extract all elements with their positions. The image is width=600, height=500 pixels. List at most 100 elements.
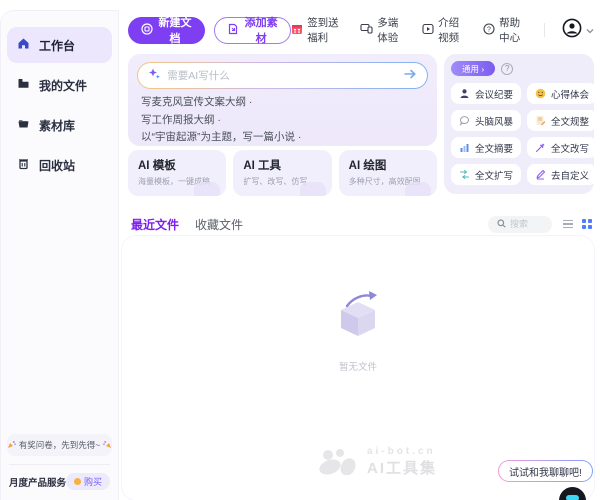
intro-video-label: 介绍视频 <box>438 15 466 45</box>
checkin-label: 签到送福利 <box>307 15 343 45</box>
search-box[interactable] <box>488 216 552 233</box>
quick-actions-header: 通用 › ? <box>451 61 587 76</box>
quick-action-label: 去自定义 <box>551 168 589 182</box>
sidebar-item-label: 工作台 <box>39 37 75 54</box>
header-divider <box>544 23 545 37</box>
chat-bubble-text: 试试和我聊聊吧! <box>509 464 582 479</box>
sidebar-divider <box>9 464 110 465</box>
promo-text: 有奖问卷，先到先得~ <box>19 439 100 451</box>
prompt-suggestion[interactable]: 写麦克风宣传文案大纲 · <box>141 94 427 112</box>
multi-device-link[interactable]: 多端体验 <box>360 15 405 45</box>
prompt-suggestions: 写麦克风宣传文案大纲 · 写工作周报大纲 · 以“宇宙起源”为主题，写一篇小说 … <box>141 94 427 147</box>
summary-icon <box>459 142 470 153</box>
add-material-button[interactable]: 添加素材 <box>214 17 291 44</box>
help-center-label: 帮助中心 <box>499 15 527 45</box>
help-center-link[interactable]: ? 帮助中心 <box>483 15 527 45</box>
quick-action-label: 头脑风暴 <box>475 114 513 128</box>
category-pill[interactable]: 通用 › <box>451 61 495 76</box>
search-icon <box>497 215 506 233</box>
view-toggles <box>563 219 592 229</box>
meeting-icon <box>459 88 470 99</box>
empty-box-icon <box>327 288 389 340</box>
library-icon <box>17 117 30 133</box>
help-center-icon: ? <box>483 23 495 38</box>
ai-input-wrapper <box>137 62 428 89</box>
search-input[interactable] <box>510 219 543 229</box>
plan-row: 月度产品服务 购买 <box>7 473 112 494</box>
new-document-label: 新建文档 <box>158 14 192 46</box>
quick-action-label: 全文摘要 <box>475 141 513 155</box>
app-window: 工作台 我的文件 素材库 回收站 有奖问卷，先到先得~ <box>0 0 600 500</box>
quick-action-reflections[interactable]: 心得体会 <box>527 83 597 104</box>
empty-caption: 暂无文件 <box>327 359 389 373</box>
add-material-icon <box>227 23 239 38</box>
card-ai-tools[interactable]: AI 工具 扩写、改写、仿写 <box>233 150 331 196</box>
quick-action-expand-fulltext[interactable]: 全文扩写 <box>451 164 521 185</box>
trash-icon <box>17 157 30 173</box>
party-popper-icon <box>7 440 16 451</box>
sidebar-item-label: 素材库 <box>39 117 75 134</box>
smiley-icon <box>535 88 546 99</box>
quick-action-meeting-notes[interactable]: 会议纪要 <box>451 83 521 104</box>
intro-video-link[interactable]: 介绍视频 <box>422 15 466 45</box>
expand-icon <box>459 169 470 180</box>
checkin-calendar-icon <box>291 23 303 38</box>
coin-icon <box>74 478 81 485</box>
card-decoration <box>194 182 220 196</box>
sidebar-item-label: 我的文件 <box>39 77 87 94</box>
list-view-icon[interactable] <box>563 220 573 229</box>
buy-label: 购买 <box>84 475 102 488</box>
quick-actions-grid: 会议纪要 心得体会 头脑风暴 全文规整 全文摘要 全文改写 <box>451 83 587 185</box>
tab-favorite-files[interactable]: 收藏文件 <box>195 216 243 233</box>
card-ai-drawing[interactable]: AI 绘图 多种尺寸，高效配图 <box>339 150 437 196</box>
card-title: AI 模板 <box>138 157 216 173</box>
send-arrow-icon[interactable] <box>403 67 417 85</box>
plan-label: 月度产品服务 <box>9 475 66 489</box>
avatar <box>562 18 582 43</box>
quick-action-label: 全文规整 <box>551 114 589 128</box>
quick-action-rewrite-fulltext[interactable]: 全文改写 <box>527 137 597 158</box>
brainstorm-icon <box>459 115 470 126</box>
sidebar-bottom: 有奖问卷，先到先得~ 月度产品服务 购买 <box>7 434 112 494</box>
sidebar: 工作台 我的文件 素材库 回收站 有奖问卷，先到先得~ <box>0 10 119 500</box>
prompt-suggestion[interactable]: 以“宇宙起源”为主题，写一篇小说 · <box>141 129 427 147</box>
sidebar-item-workspace[interactable]: 工作台 <box>7 27 112 63</box>
add-material-label: 添加素材 <box>244 14 278 46</box>
party-popper-icon <box>103 440 112 451</box>
sidebar-item-library[interactable]: 素材库 <box>7 107 112 143</box>
quick-action-tidy-fulltext[interactable]: 全文规整 <box>527 110 597 131</box>
home-icon <box>17 37 30 53</box>
new-document-button[interactable]: 新建文档 <box>128 17 205 44</box>
buy-button[interactable]: 购买 <box>66 473 110 490</box>
quick-action-customize[interactable]: 去自定义 <box>527 164 597 185</box>
tab-recent-files[interactable]: 最近文件 <box>131 216 179 233</box>
sidebar-nav: 工作台 我的文件 素材库 回收站 <box>7 27 112 187</box>
prompt-suggestion[interactable]: 写工作周报大纲 · <box>141 112 427 130</box>
multi-device-label: 多端体验 <box>377 15 405 45</box>
top-bar: 新建文档 添加素材 签到送福利 多端体验 介绍视频 ? 帮助中心 <box>128 16 594 44</box>
grid-view-icon[interactable] <box>582 219 592 229</box>
quick-action-summarize-fulltext[interactable]: 全文摘要 <box>451 137 521 158</box>
card-ai-templates[interactable]: AI 模板 海量模板，一键成稿 <box>128 150 226 196</box>
chat-bubble[interactable]: 试试和我聊聊吧! <box>498 460 593 482</box>
card-decoration <box>405 182 431 196</box>
promo-banner[interactable]: 有奖问卷，先到先得~ <box>7 434 112 456</box>
question-circle-icon[interactable]: ? <box>501 63 513 75</box>
checkin-link[interactable]: 签到送福利 <box>291 15 343 45</box>
quick-action-label: 全文扩写 <box>475 168 513 182</box>
quick-action-label: 会议纪要 <box>475 87 513 101</box>
files-header: 最近文件 收藏文件 <box>131 213 592 235</box>
user-menu[interactable] <box>562 18 594 43</box>
sidebar-item-trash[interactable]: 回收站 <box>7 147 112 183</box>
quick-action-brainstorm[interactable]: 头脑风暴 <box>451 110 521 131</box>
quick-action-label: 全文改写 <box>551 141 589 155</box>
feature-cards: AI 模板 海量模板，一键成稿 AI 工具 扩写、改写、仿写 AI 绘图 多种尺… <box>128 150 437 196</box>
card-title: AI 工具 <box>243 157 321 173</box>
sidebar-item-my-files[interactable]: 我的文件 <box>7 67 112 103</box>
chevron-down-icon <box>586 21 594 39</box>
quick-actions-panel: 通用 › ? 会议纪要 心得体会 头脑风暴 全文规整 全文摘要 <box>444 54 594 194</box>
ai-prompt-input[interactable] <box>167 70 396 82</box>
card-decoration <box>300 182 326 196</box>
customize-icon <box>535 169 546 180</box>
devices-icon <box>360 23 373 37</box>
